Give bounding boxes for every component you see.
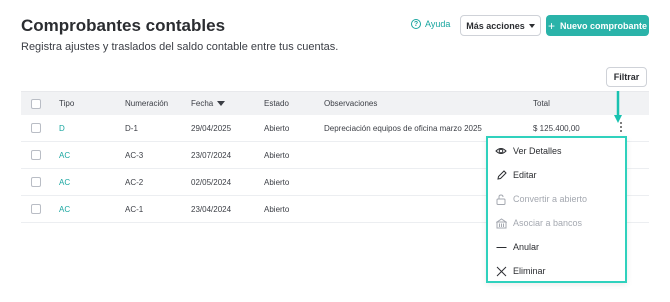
cell-numeracion: D-1 bbox=[125, 124, 138, 133]
menu-item-label: Eliminar bbox=[513, 266, 546, 276]
menu-item-label: Asociar a bancos bbox=[513, 218, 583, 228]
page-card: Comprobantes contables Registra ajustes … bbox=[0, 0, 670, 302]
menu-item-asociar-a-bancos[interactable]: Asociar a bancos bbox=[488, 211, 625, 235]
cell-tipo[interactable]: AC bbox=[59, 205, 70, 214]
cell-fecha: 23/04/2024 bbox=[191, 205, 232, 214]
cell-estado: Abierto bbox=[264, 205, 290, 214]
cell-total: $ 125.400,00 bbox=[533, 124, 580, 133]
unlock-icon bbox=[495, 193, 507, 205]
page-title: Comprobantes contables bbox=[21, 16, 226, 35]
menu-item-label: Editar bbox=[513, 170, 537, 180]
row-checkbox[interactable] bbox=[31, 123, 41, 133]
new-voucher-button[interactable]: + Nuevo comprobante bbox=[546, 15, 649, 36]
column-header-observaciones: Observaciones bbox=[324, 99, 378, 108]
cell-fecha: 29/04/2025 bbox=[191, 124, 232, 133]
cell-numeracion: AC-3 bbox=[125, 151, 144, 160]
caret-down-icon bbox=[528, 23, 535, 28]
help-icon: ? bbox=[411, 19, 421, 29]
menu-item-eliminar[interactable]: Eliminar bbox=[488, 259, 625, 283]
column-header-total: Total bbox=[533, 99, 550, 108]
help-link[interactable]: ? Ayuda bbox=[411, 19, 450, 29]
menu-item-convertir-a-abierto[interactable]: Convertir a abierto bbox=[488, 187, 625, 211]
menu-item-ver-detalles[interactable]: Ver Detalles bbox=[488, 139, 625, 163]
new-voucher-label: Nuevo comprobante bbox=[560, 20, 648, 31]
sort-down-icon bbox=[217, 101, 226, 106]
row-checkbox[interactable] bbox=[31, 204, 41, 214]
bank-icon bbox=[495, 217, 507, 229]
cell-numeracion: AC-2 bbox=[125, 178, 144, 187]
row-checkbox[interactable] bbox=[31, 150, 41, 160]
cell-tipo[interactable]: D bbox=[59, 124, 65, 133]
cell-estado: Abierto bbox=[264, 178, 290, 187]
menu-item-label: Convertir a abierto bbox=[513, 194, 588, 204]
page-subtitle: Registra ajustes y traslados del saldo c… bbox=[21, 41, 339, 53]
column-header-fecha[interactable]: Fecha bbox=[191, 99, 226, 108]
menu-item-anular[interactable]: Anular bbox=[488, 235, 625, 259]
menu-item-label: Anular bbox=[513, 242, 540, 252]
cell-numeracion: AC-1 bbox=[125, 205, 144, 214]
pencil-icon bbox=[495, 169, 507, 181]
row-checkbox[interactable] bbox=[31, 177, 41, 187]
column-header-tipo: Tipo bbox=[59, 99, 75, 108]
close-icon bbox=[495, 265, 507, 277]
help-label: Ayuda bbox=[425, 19, 451, 29]
column-header-estado: Estado bbox=[264, 99, 289, 108]
table-header: Tipo Numeración Fecha Estado Observacion… bbox=[21, 91, 649, 115]
eye-icon bbox=[495, 145, 507, 157]
select-all-checkbox[interactable] bbox=[31, 99, 41, 109]
menu-item-editar[interactable]: Editar bbox=[488, 163, 625, 187]
cell-fecha: 02/05/2024 bbox=[191, 178, 232, 187]
row-actions-menu: Ver Detalles Editar Convertir a abierto … bbox=[486, 136, 627, 283]
dash-icon bbox=[495, 241, 507, 253]
column-header-numeracion: Numeración bbox=[125, 99, 169, 108]
more-actions-label: Más acciones bbox=[466, 20, 525, 31]
cell-tipo[interactable]: AC bbox=[59, 178, 70, 187]
cell-estado: Abierto bbox=[264, 124, 290, 133]
plus-icon: + bbox=[547, 18, 555, 33]
pointer-arrow-icon bbox=[614, 91, 622, 123]
cell-tipo[interactable]: AC bbox=[59, 151, 70, 160]
filter-button[interactable]: Filtrar bbox=[606, 67, 647, 87]
cell-estado: Abierto bbox=[264, 151, 290, 160]
menu-item-label: Ver Detalles bbox=[513, 146, 562, 156]
more-actions-button[interactable]: Más acciones bbox=[460, 15, 541, 36]
cell-fecha: 23/07/2024 bbox=[191, 151, 232, 160]
column-header-fecha-label: Fecha bbox=[191, 99, 214, 108]
cell-observaciones: Depreciación equipos de oficina marzo 20… bbox=[324, 124, 482, 133]
